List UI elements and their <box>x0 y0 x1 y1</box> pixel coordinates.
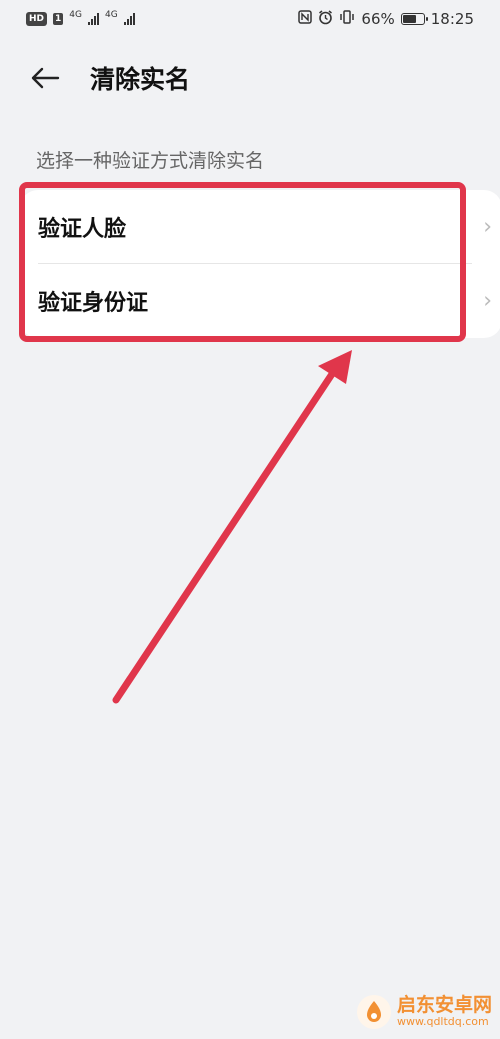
watermark-logo-icon <box>356 995 391 1029</box>
watermark: 启东安卓网 www.qdltdq.com <box>356 994 492 1029</box>
watermark-url: www.qdltdq.com <box>396 1015 489 1029</box>
annotation-arrow <box>112 350 352 704</box>
watermark-name: 启东安卓网 <box>396 994 492 1017</box>
